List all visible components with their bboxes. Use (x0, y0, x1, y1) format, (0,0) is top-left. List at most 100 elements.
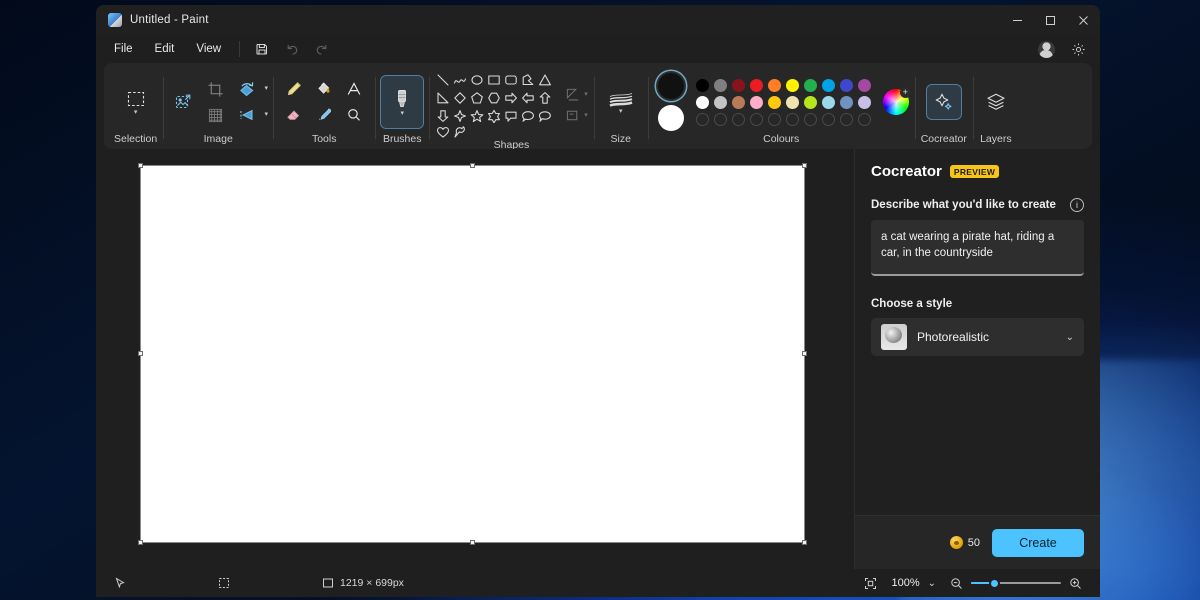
prompt-input[interactable]: a cat wearing a pirate hat, riding a car… (871, 220, 1084, 276)
rotate-caret-icon[interactable]: ▾ (264, 86, 268, 92)
rounded-callout-shape[interactable] (504, 109, 518, 123)
chevron-down-icon[interactable]: ⌄ (928, 578, 936, 589)
flip-caret-icon[interactable]: ▾ (264, 112, 268, 118)
palette-swatch[interactable] (786, 79, 799, 92)
style-dropdown[interactable]: Photorealistic ⌄ (871, 318, 1084, 356)
line-shape[interactable] (436, 73, 450, 87)
palette-swatch[interactable] (858, 79, 871, 92)
heart-shape[interactable] (436, 125, 450, 139)
right-arrow-shape[interactable] (504, 91, 518, 105)
canvas-resize-handle-middle-right[interactable] (802, 351, 807, 356)
size-caret-icon[interactable]: ▾ (619, 109, 623, 115)
colour-picker-icon[interactable] (309, 101, 339, 129)
hexagon-shape[interactable] (487, 91, 501, 105)
pentagon-shape[interactable] (470, 91, 484, 105)
flip-icon[interactable] (232, 101, 262, 129)
palette-swatch[interactable] (840, 79, 853, 92)
brushes-caret-icon[interactable]: ▾ (400, 111, 404, 117)
canvas-resize-handle-top-center[interactable] (470, 163, 475, 168)
canvas-resize-handle-bottom-right[interactable] (802, 540, 807, 545)
palette-swatch[interactable] (750, 96, 763, 109)
oval-callout-shape[interactable] (521, 109, 535, 123)
five-point-star-shape[interactable] (470, 109, 484, 123)
menu-view[interactable]: View (186, 39, 231, 59)
palette-swatch-empty[interactable] (822, 113, 835, 126)
primary-colour-swatch[interactable] (658, 73, 684, 99)
palette-swatch-empty[interactable] (804, 113, 817, 126)
palette-swatch[interactable] (786, 96, 799, 109)
four-point-star-shape[interactable] (453, 109, 467, 123)
minimize-icon[interactable] (1001, 5, 1034, 35)
menu-file[interactable]: File (104, 39, 143, 59)
selection-dropdown-caret-icon[interactable]: ▾ (134, 110, 138, 116)
outline-caret-icon[interactable]: ▾ (584, 113, 588, 119)
palette-swatch-empty[interactable] (696, 113, 709, 126)
palette-swatch-empty[interactable] (786, 113, 799, 126)
settings-gear-icon[interactable] (1064, 38, 1092, 60)
sparkle-icon[interactable] (927, 85, 961, 119)
zoom-slider[interactable] (971, 576, 1061, 590)
palette-swatch[interactable] (732, 79, 745, 92)
colour-wheel-icon[interactable]: + (883, 89, 909, 115)
magnifier-icon[interactable] (339, 101, 369, 129)
palette-swatch[interactable] (822, 79, 835, 92)
account-avatar[interactable] (1032, 38, 1060, 60)
redo-icon[interactable] (308, 38, 336, 60)
fit-to-window-button[interactable] (856, 569, 885, 597)
info-icon[interactable]: i (1070, 198, 1084, 212)
text-icon[interactable] (339, 75, 369, 103)
palette-swatch[interactable] (804, 79, 817, 92)
rectangle-shape[interactable] (487, 73, 501, 87)
zoom-in-button[interactable] (1061, 569, 1090, 597)
zoom-level-dropdown[interactable]: 100% ⌄ (885, 577, 942, 589)
canvas-resize-handle-top-right[interactable] (802, 163, 807, 168)
palette-swatch-empty[interactable] (732, 113, 745, 126)
palette-swatch[interactable] (696, 79, 709, 92)
zoom-out-button[interactable] (942, 569, 971, 597)
cloud-callout-shape[interactable] (538, 109, 552, 123)
diamond-shape[interactable] (453, 91, 467, 105)
oval-shape[interactable] (470, 73, 484, 87)
rectangular-selection-icon[interactable]: ▾ (115, 76, 157, 128)
palette-swatch[interactable] (714, 79, 727, 92)
resize-icon[interactable] (168, 88, 198, 116)
six-point-star-shape[interactable] (487, 109, 501, 123)
palette-swatch[interactable] (714, 96, 727, 109)
brush-icon[interactable]: ▾ (381, 76, 423, 128)
up-arrow-shape[interactable] (538, 91, 552, 105)
layers-icon[interactable] (979, 85, 1013, 119)
palette-swatch[interactable] (750, 79, 763, 92)
palette-swatch[interactable] (768, 79, 781, 92)
menu-edit[interactable]: Edit (145, 39, 185, 59)
palette-swatch[interactable] (822, 96, 835, 109)
palette-swatch-empty[interactable] (768, 113, 781, 126)
maximize-icon[interactable] (1034, 5, 1067, 35)
palette-swatch-empty[interactable] (840, 113, 853, 126)
drawing-canvas[interactable] (140, 165, 805, 543)
palette-swatch[interactable] (696, 96, 709, 109)
brush-size-icon[interactable]: ▾ (600, 76, 642, 128)
canvas-resize-handle-bottom-left[interactable] (138, 540, 143, 545)
canvas-resize-handle-middle-left[interactable] (138, 351, 143, 356)
rotate-icon[interactable] (232, 75, 262, 103)
fill-dropdown-icon[interactable]: ▾ (565, 87, 588, 102)
add-colour-icon[interactable]: + (900, 87, 911, 98)
right-triangle-shape[interactable] (436, 91, 450, 105)
palette-swatch[interactable] (768, 96, 781, 109)
down-arrow-shape[interactable] (436, 109, 450, 123)
rounded-rectangle-shape[interactable] (504, 73, 518, 87)
palette-swatch[interactable] (732, 96, 745, 109)
undo-icon[interactable] (278, 38, 306, 60)
palette-swatch[interactable] (840, 96, 853, 109)
eraser-icon[interactable] (279, 101, 309, 129)
palette-swatch[interactable] (858, 96, 871, 109)
palette-swatch[interactable] (804, 96, 817, 109)
pencil-icon[interactable] (279, 75, 309, 103)
canvas-resize-handle-top-left[interactable] (138, 163, 143, 168)
lightning-shape[interactable] (453, 125, 467, 139)
fill-caret-icon[interactable]: ▾ (584, 92, 588, 98)
palette-swatch-empty[interactable] (714, 113, 727, 126)
flip-control[interactable]: ▾ (232, 101, 268, 129)
zoom-slider-knob[interactable] (989, 578, 1000, 589)
curve-shape[interactable] (453, 73, 467, 87)
